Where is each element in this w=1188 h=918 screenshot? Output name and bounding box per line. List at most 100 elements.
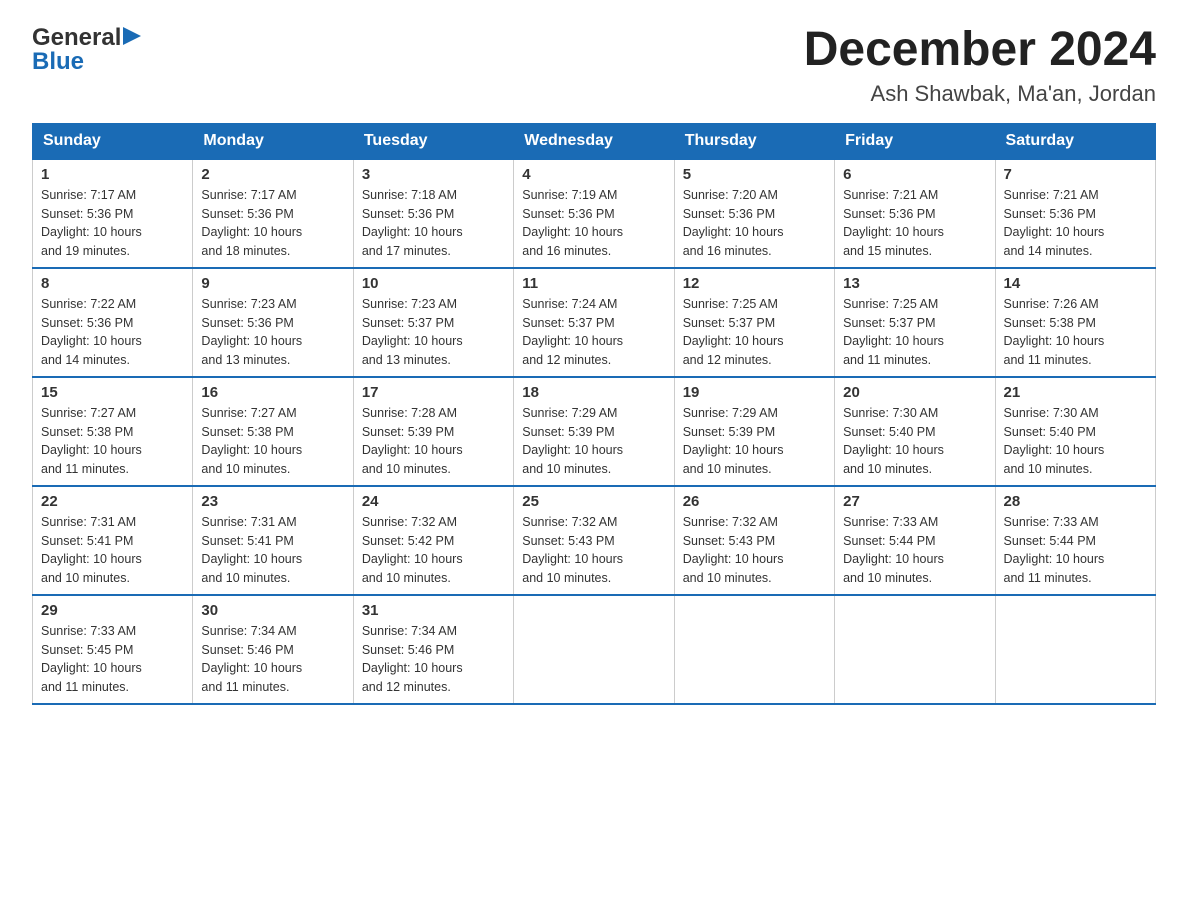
calendar-title-block: December 2024 Ash Shawbak, Ma'an, Jordan [804, 24, 1156, 107]
day-info: Sunrise: 7:33 AMSunset: 5:45 PMDaylight:… [41, 624, 142, 694]
table-row [514, 595, 674, 704]
day-number: 12 [683, 275, 826, 292]
table-row: 11 Sunrise: 7:24 AMSunset: 5:37 PMDaylig… [514, 268, 674, 377]
calendar-subtitle: Ash Shawbak, Ma'an, Jordan [804, 81, 1156, 107]
table-row: 1 Sunrise: 7:17 AMSunset: 5:36 PMDayligh… [33, 159, 193, 268]
table-row: 23 Sunrise: 7:31 AMSunset: 5:41 PMDaylig… [193, 486, 353, 595]
table-row: 18 Sunrise: 7:29 AMSunset: 5:39 PMDaylig… [514, 377, 674, 486]
day-info: Sunrise: 7:20 AMSunset: 5:36 PMDaylight:… [683, 188, 784, 258]
day-number: 22 [41, 493, 184, 510]
table-row: 21 Sunrise: 7:30 AMSunset: 5:40 PMDaylig… [995, 377, 1155, 486]
day-info: Sunrise: 7:26 AMSunset: 5:38 PMDaylight:… [1004, 297, 1105, 367]
table-row: 8 Sunrise: 7:22 AMSunset: 5:36 PMDayligh… [33, 268, 193, 377]
table-row [995, 595, 1155, 704]
day-info: Sunrise: 7:34 AMSunset: 5:46 PMDaylight:… [201, 624, 302, 694]
table-row: 5 Sunrise: 7:20 AMSunset: 5:36 PMDayligh… [674, 159, 834, 268]
day-number: 1 [41, 166, 184, 183]
day-info: Sunrise: 7:32 AMSunset: 5:43 PMDaylight:… [683, 515, 784, 585]
day-info: Sunrise: 7:30 AMSunset: 5:40 PMDaylight:… [843, 406, 944, 476]
day-number: 25 [522, 493, 665, 510]
calendar-table: Sunday Monday Tuesday Wednesday Thursday… [32, 123, 1156, 705]
table-row [674, 595, 834, 704]
day-info: Sunrise: 7:29 AMSunset: 5:39 PMDaylight:… [522, 406, 623, 476]
calendar-week-4: 22 Sunrise: 7:31 AMSunset: 5:41 PMDaylig… [33, 486, 1156, 595]
col-tuesday: Tuesday [353, 123, 513, 159]
table-row: 9 Sunrise: 7:23 AMSunset: 5:36 PMDayligh… [193, 268, 353, 377]
page-header: General Blue December 2024 Ash Shawbak, … [32, 24, 1156, 107]
day-number: 8 [41, 275, 184, 292]
table-row: 19 Sunrise: 7:29 AMSunset: 5:39 PMDaylig… [674, 377, 834, 486]
day-info: Sunrise: 7:32 AMSunset: 5:43 PMDaylight:… [522, 515, 623, 585]
calendar-week-5: 29 Sunrise: 7:33 AMSunset: 5:45 PMDaylig… [33, 595, 1156, 704]
table-row: 12 Sunrise: 7:25 AMSunset: 5:37 PMDaylig… [674, 268, 834, 377]
table-row: 2 Sunrise: 7:17 AMSunset: 5:36 PMDayligh… [193, 159, 353, 268]
day-info: Sunrise: 7:27 AMSunset: 5:38 PMDaylight:… [201, 406, 302, 476]
col-saturday: Saturday [995, 123, 1155, 159]
day-number: 3 [362, 166, 505, 183]
day-number: 28 [1004, 493, 1147, 510]
day-number: 2 [201, 166, 344, 183]
col-sunday: Sunday [33, 123, 193, 159]
day-number: 18 [522, 384, 665, 401]
col-wednesday: Wednesday [514, 123, 674, 159]
table-row: 16 Sunrise: 7:27 AMSunset: 5:38 PMDaylig… [193, 377, 353, 486]
calendar-title: December 2024 [804, 24, 1156, 77]
day-info: Sunrise: 7:21 AMSunset: 5:36 PMDaylight:… [843, 188, 944, 258]
table-row: 6 Sunrise: 7:21 AMSunset: 5:36 PMDayligh… [835, 159, 995, 268]
day-number: 27 [843, 493, 986, 510]
day-info: Sunrise: 7:31 AMSunset: 5:41 PMDaylight:… [201, 515, 302, 585]
table-row: 29 Sunrise: 7:33 AMSunset: 5:45 PMDaylig… [33, 595, 193, 704]
calendar-week-2: 8 Sunrise: 7:22 AMSunset: 5:36 PMDayligh… [33, 268, 1156, 377]
day-info: Sunrise: 7:33 AMSunset: 5:44 PMDaylight:… [843, 515, 944, 585]
table-row: 30 Sunrise: 7:34 AMSunset: 5:46 PMDaylig… [193, 595, 353, 704]
table-row: 10 Sunrise: 7:23 AMSunset: 5:37 PMDaylig… [353, 268, 513, 377]
col-thursday: Thursday [674, 123, 834, 159]
table-row: 4 Sunrise: 7:19 AMSunset: 5:36 PMDayligh… [514, 159, 674, 268]
day-number: 29 [41, 602, 184, 619]
col-friday: Friday [835, 123, 995, 159]
table-row [835, 595, 995, 704]
day-number: 17 [362, 384, 505, 401]
day-number: 11 [522, 275, 665, 292]
day-info: Sunrise: 7:19 AMSunset: 5:36 PMDaylight:… [522, 188, 623, 258]
day-number: 15 [41, 384, 184, 401]
day-info: Sunrise: 7:34 AMSunset: 5:46 PMDaylight:… [362, 624, 463, 694]
table-row: 24 Sunrise: 7:32 AMSunset: 5:42 PMDaylig… [353, 486, 513, 595]
day-info: Sunrise: 7:17 AMSunset: 5:36 PMDaylight:… [41, 188, 142, 258]
calendar-week-3: 15 Sunrise: 7:27 AMSunset: 5:38 PMDaylig… [33, 377, 1156, 486]
table-row: 3 Sunrise: 7:18 AMSunset: 5:36 PMDayligh… [353, 159, 513, 268]
day-info: Sunrise: 7:22 AMSunset: 5:36 PMDaylight:… [41, 297, 142, 367]
day-number: 7 [1004, 166, 1147, 183]
day-number: 24 [362, 493, 505, 510]
day-number: 26 [683, 493, 826, 510]
table-row: 14 Sunrise: 7:26 AMSunset: 5:38 PMDaylig… [995, 268, 1155, 377]
table-row: 25 Sunrise: 7:32 AMSunset: 5:43 PMDaylig… [514, 486, 674, 595]
logo: General Blue [32, 24, 141, 76]
table-row: 31 Sunrise: 7:34 AMSunset: 5:46 PMDaylig… [353, 595, 513, 704]
day-number: 23 [201, 493, 344, 510]
table-row: 17 Sunrise: 7:28 AMSunset: 5:39 PMDaylig… [353, 377, 513, 486]
day-number: 30 [201, 602, 344, 619]
logo-blue-text: Blue [32, 48, 84, 76]
day-info: Sunrise: 7:24 AMSunset: 5:37 PMDaylight:… [522, 297, 623, 367]
day-info: Sunrise: 7:23 AMSunset: 5:37 PMDaylight:… [362, 297, 463, 367]
day-number: 19 [683, 384, 826, 401]
day-info: Sunrise: 7:21 AMSunset: 5:36 PMDaylight:… [1004, 188, 1105, 258]
table-row: 28 Sunrise: 7:33 AMSunset: 5:44 PMDaylig… [995, 486, 1155, 595]
day-number: 6 [843, 166, 986, 183]
day-number: 16 [201, 384, 344, 401]
day-number: 4 [522, 166, 665, 183]
day-info: Sunrise: 7:29 AMSunset: 5:39 PMDaylight:… [683, 406, 784, 476]
day-info: Sunrise: 7:23 AMSunset: 5:36 PMDaylight:… [201, 297, 302, 367]
table-row: 27 Sunrise: 7:33 AMSunset: 5:44 PMDaylig… [835, 486, 995, 595]
day-number: 21 [1004, 384, 1147, 401]
day-number: 31 [362, 602, 505, 619]
day-number: 13 [843, 275, 986, 292]
day-info: Sunrise: 7:17 AMSunset: 5:36 PMDaylight:… [201, 188, 302, 258]
table-row: 15 Sunrise: 7:27 AMSunset: 5:38 PMDaylig… [33, 377, 193, 486]
day-number: 14 [1004, 275, 1147, 292]
logo-icon [123, 27, 141, 45]
table-row: 7 Sunrise: 7:21 AMSunset: 5:36 PMDayligh… [995, 159, 1155, 268]
day-info: Sunrise: 7:25 AMSunset: 5:37 PMDaylight:… [683, 297, 784, 367]
day-info: Sunrise: 7:31 AMSunset: 5:41 PMDaylight:… [41, 515, 142, 585]
